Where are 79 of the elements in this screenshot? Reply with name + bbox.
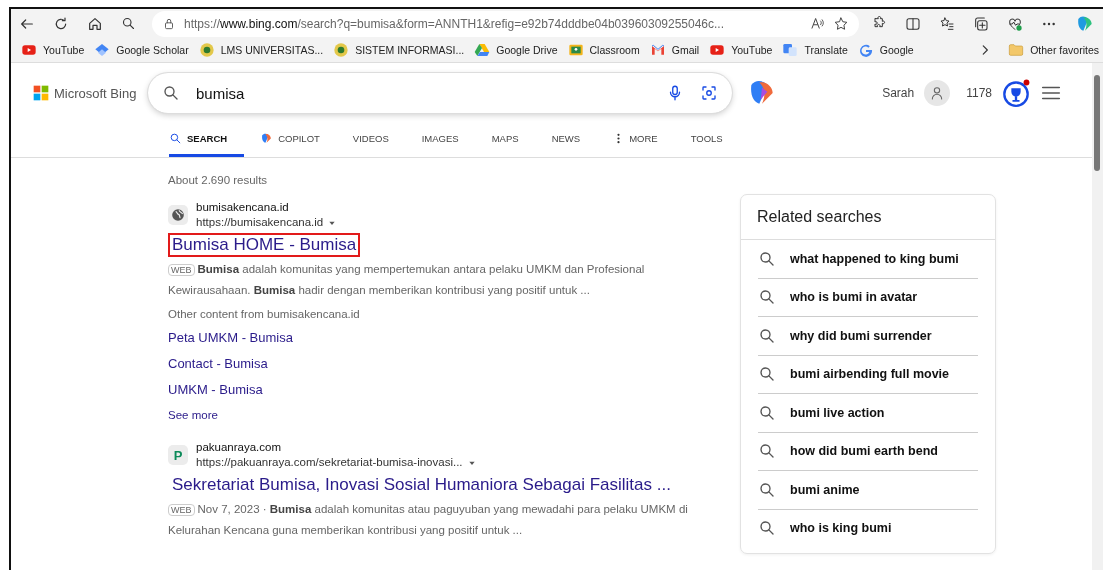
result-title-link[interactable]: Sekretariat Bumisa, Inovasi Sosial Humaniora Sebagai Fasilitas ... (168, 473, 675, 497)
panel-title: Related searches (741, 195, 995, 240)
sublink[interactable]: Contact - Bumisa (168, 356, 728, 371)
search-icon (169, 132, 182, 145)
nav-tab[interactable]: SEARCH (169, 123, 245, 157)
seal-icon (198, 42, 215, 58)
bookmark-link[interactable]: Gmail (671, 44, 700, 56)
search-icon[interactable] (121, 16, 136, 31)
home-icon[interactable] (87, 15, 103, 32)
result-snippet: WEB Bumisa adalah komunitas yang mempertemukan antara pelaku UMKM dan Profesional Kewirausahaan. Bumisa hadir dengan memberikan kontribusi yang positif untuk ... (168, 262, 646, 298)
results-count: About 2.690 results (168, 174, 269, 186)
nav-tab[interactable]: NEWS (551, 123, 598, 157)
search-icon (758, 403, 776, 422)
other-content-heading: Other content from bumisakencana.id (168, 308, 361, 320)
g-icon (857, 42, 874, 58)
search-field[interactable]: bumisa (148, 73, 732, 113)
mail-icon (649, 42, 666, 58)
site-name: bumisakencana.id (196, 200, 290, 215)
bookmark-folder[interactable]: Other favorites (1030, 44, 1099, 56)
bookmark-link[interactable]: Google Scholar (116, 44, 189, 56)
related-search-link[interactable]: bumi anime (758, 471, 978, 510)
nav-tab[interactable]: IMAGES (421, 123, 476, 157)
favorites-icon[interactable] (939, 15, 955, 32)
search-icon (758, 326, 776, 345)
search-icon (758, 249, 776, 268)
site-name: pakuanraya.com (196, 440, 283, 455)
related-search-link[interactable]: bumi airbending full movie (758, 355, 978, 394)
lock-icon (162, 16, 176, 31)
nav-tab[interactable]: VIDEOS (352, 123, 406, 157)
related-search-link[interactable]: bumi live action (758, 394, 978, 433)
related-search-link[interactable]: why did bumi surrender (758, 317, 978, 356)
bookmark-link[interactable]: YouTube (43, 44, 85, 56)
related-search-link[interactable]: how did bumi earth bend (758, 432, 978, 471)
collections-icon[interactable] (973, 15, 989, 32)
user-name[interactable]: Sarah (882, 86, 915, 100)
refresh-icon[interactable] (53, 15, 69, 32)
related-search-link[interactable]: who is bumi in avatar (758, 278, 978, 317)
sublink[interactable]: UMKM - Bumisa (168, 382, 728, 397)
address-bar[interactable]: https://www.bing.com/search?q=bumisa&form=ANNTH1&refig=e92b74dddbe04b03960309255046c... (152, 10, 859, 37)
bookmark-link[interactable]: SISTEM INFORMASI... (355, 44, 465, 56)
trophy-badge-icon[interactable] (1002, 79, 1030, 107)
sublink[interactable]: Peta UMKM - Bumisa (168, 330, 728, 345)
star-icon[interactable] (833, 15, 849, 32)
copilot-icon (260, 132, 274, 145)
letter-favicon: P (168, 445, 188, 465)
bookmark-link[interactable]: Classroom (589, 44, 640, 56)
result-title-link[interactable]: Bumisa HOME - Bumisa (168, 233, 361, 257)
bing-logo-text[interactable]: Microsoft Bing (54, 85, 137, 101)
search-icon (758, 480, 776, 499)
bookmark-link[interactable]: LMS UNIVERSITAS... (220, 44, 324, 56)
triangle-icon (474, 42, 491, 58)
result-snippet: WEB Nov 7, 2023 · Bumisa adalah komunitas atau paguyuban yang mewadahi para pelaku UMKM di Kelurahan Kencana guna memberikan kontribusi yang positif untuk ... (168, 502, 689, 538)
nav-tab[interactable]: COPILOT (260, 123, 337, 157)
nav-tab[interactable]: MAPS (491, 123, 536, 157)
bookmark-link[interactable]: Translate (804, 44, 848, 56)
split-screen-icon[interactable] (905, 15, 921, 32)
search-icon (162, 84, 180, 102)
result-url[interactable]: https://bumisakencana.id (196, 215, 324, 230)
related-search-link[interactable]: what happened to king bumi (758, 240, 978, 279)
avatar-icon[interactable] (924, 80, 951, 106)
result-url[interactable]: https://pakuanraya.com/sekretariat-bumisa-inovasi... (196, 455, 463, 470)
windows-logo-icon (33, 85, 49, 101)
nav-tab[interactable]: TOOLS (690, 123, 740, 157)
video-play-icon (21, 42, 37, 58)
nav-tab[interactable]: MORE (613, 123, 675, 157)
heartbeat-icon[interactable] (1007, 15, 1023, 32)
bookmark-link[interactable]: Google Drive (496, 44, 558, 56)
board-icon (567, 42, 584, 58)
video-play-icon (709, 42, 726, 58)
bookmark-link[interactable]: YouTube (731, 44, 773, 56)
read-aloud-icon[interactable] (810, 16, 825, 31)
points-count[interactable]: 1178 (966, 86, 992, 100)
visual-search-icon[interactable] (700, 84, 718, 102)
bookmark-link[interactable]: Google (879, 44, 914, 56)
see-more-link[interactable]: See more (168, 409, 218, 421)
scrollbar[interactable] (1092, 63, 1103, 570)
seal-icon (333, 42, 350, 58)
related-search-link[interactable]: who is king bumi (758, 509, 978, 547)
folder-icon (1008, 42, 1025, 58)
